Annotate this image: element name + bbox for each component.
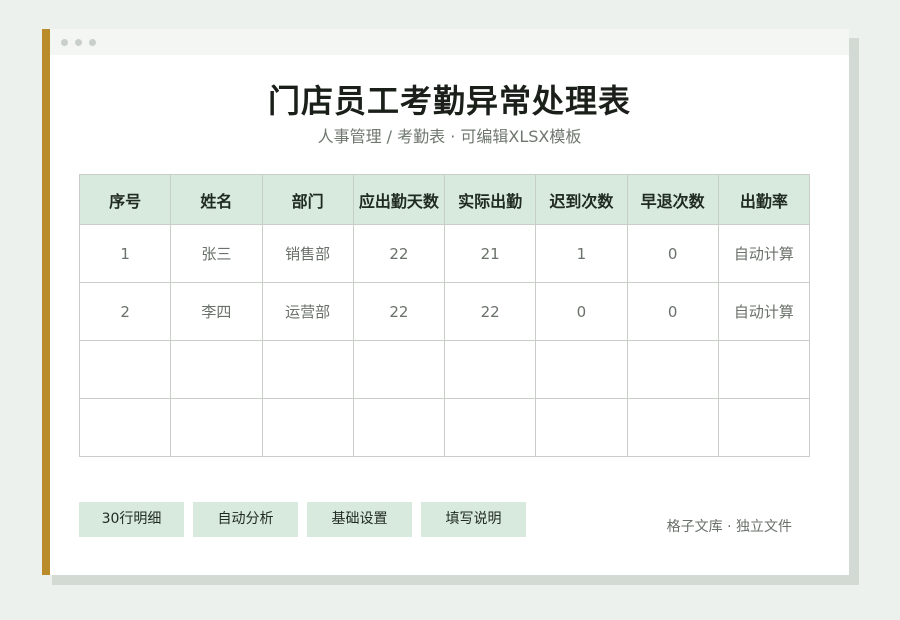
table-cell[interactable]: 22 xyxy=(443,282,537,341)
action-button-group: 30行明细 自动分析 基础设置 填写说明 xyxy=(79,502,526,537)
table-cell[interactable] xyxy=(78,398,172,457)
table-cell[interactable] xyxy=(535,340,628,399)
table-row xyxy=(78,398,811,457)
table-cell[interactable] xyxy=(443,398,537,457)
table-cell[interactable]: 1 xyxy=(78,224,172,283)
table-cell[interactable] xyxy=(443,340,537,399)
table-cell[interactable] xyxy=(717,398,811,457)
table-cell[interactable] xyxy=(78,340,172,399)
window-topbar xyxy=(50,29,849,55)
table-cell[interactable]: 运营部 xyxy=(261,282,354,341)
table-cell[interactable] xyxy=(626,398,719,457)
table-row xyxy=(78,340,811,399)
page-subtitle: 人事管理 / 考勤表 · 可编辑XLSX模板 xyxy=(317,127,582,146)
header-cell: 序号 xyxy=(78,174,172,225)
detail-30-rows-button[interactable]: 30行明细 xyxy=(79,502,184,537)
table-row: 1 张三 销售部 22 21 1 0 自动计算 xyxy=(78,224,811,283)
accent-bar xyxy=(42,29,50,575)
header-cell: 姓名 xyxy=(170,174,263,225)
table-cell[interactable]: 销售部 xyxy=(261,224,354,283)
table-cell[interactable]: 22 xyxy=(352,282,446,341)
table-cell[interactable]: 张三 xyxy=(170,224,263,283)
window-dot-icon xyxy=(61,39,68,46)
table-cell[interactable]: 0 xyxy=(626,282,719,341)
table-cell[interactable]: 22 xyxy=(352,224,446,283)
basic-settings-button[interactable]: 基础设置 xyxy=(307,502,412,537)
table-cell[interactable] xyxy=(170,398,263,457)
attendance-table: 序号 姓名 部门 应出勤天数 实际出勤 迟到次数 早退次数 出勤率 1 张三 销… xyxy=(78,174,811,457)
header-cell: 应出勤天数 xyxy=(352,174,446,225)
header-cell: 出勤率 xyxy=(717,174,811,225)
table-row: 2 李四 运营部 22 22 0 0 自动计算 xyxy=(78,282,811,341)
footer-note: 格子文库 · 独立文件 xyxy=(666,519,792,535)
table-cell[interactable]: 自动计算 xyxy=(717,224,811,283)
table-cell[interactable] xyxy=(535,398,628,457)
header-cell: 迟到次数 xyxy=(535,174,628,225)
window-dot-icon xyxy=(89,39,96,46)
window-dot-icon xyxy=(75,39,82,46)
page: 门店员工考勤异常处理表 人事管理 / 考勤表 · 可编辑XLSX模板 序号 姓名… xyxy=(0,0,900,620)
header-cell: 实际出勤 xyxy=(443,174,537,225)
fill-instructions-button[interactable]: 填写说明 xyxy=(421,502,526,537)
auto-analysis-button[interactable]: 自动分析 xyxy=(193,502,298,537)
table-cell[interactable] xyxy=(352,340,446,399)
header-cell: 部门 xyxy=(261,174,354,225)
table-cell[interactable] xyxy=(626,340,719,399)
page-title: 门店员工考勤异常处理表 xyxy=(267,82,631,120)
table-cell[interactable] xyxy=(261,398,354,457)
table-cell[interactable]: 李四 xyxy=(170,282,263,341)
table-cell[interactable] xyxy=(717,340,811,399)
table-cell[interactable] xyxy=(261,340,354,399)
table-cell[interactable]: 2 xyxy=(78,282,172,341)
table-cell[interactable]: 21 xyxy=(443,224,537,283)
table-header-row: 序号 姓名 部门 应出勤天数 实际出勤 迟到次数 早退次数 出勤率 xyxy=(78,174,811,225)
table-cell[interactable] xyxy=(352,398,446,457)
table-cell[interactable]: 自动计算 xyxy=(717,282,811,341)
table-cell[interactable]: 1 xyxy=(535,224,628,283)
table-cell[interactable]: 0 xyxy=(535,282,628,341)
header-cell: 早退次数 xyxy=(626,174,719,225)
table-cell[interactable]: 0 xyxy=(626,224,719,283)
table-cell[interactable] xyxy=(170,340,263,399)
document-card: 门店员工考勤异常处理表 人事管理 / 考勤表 · 可编辑XLSX模板 序号 姓名… xyxy=(50,29,849,575)
